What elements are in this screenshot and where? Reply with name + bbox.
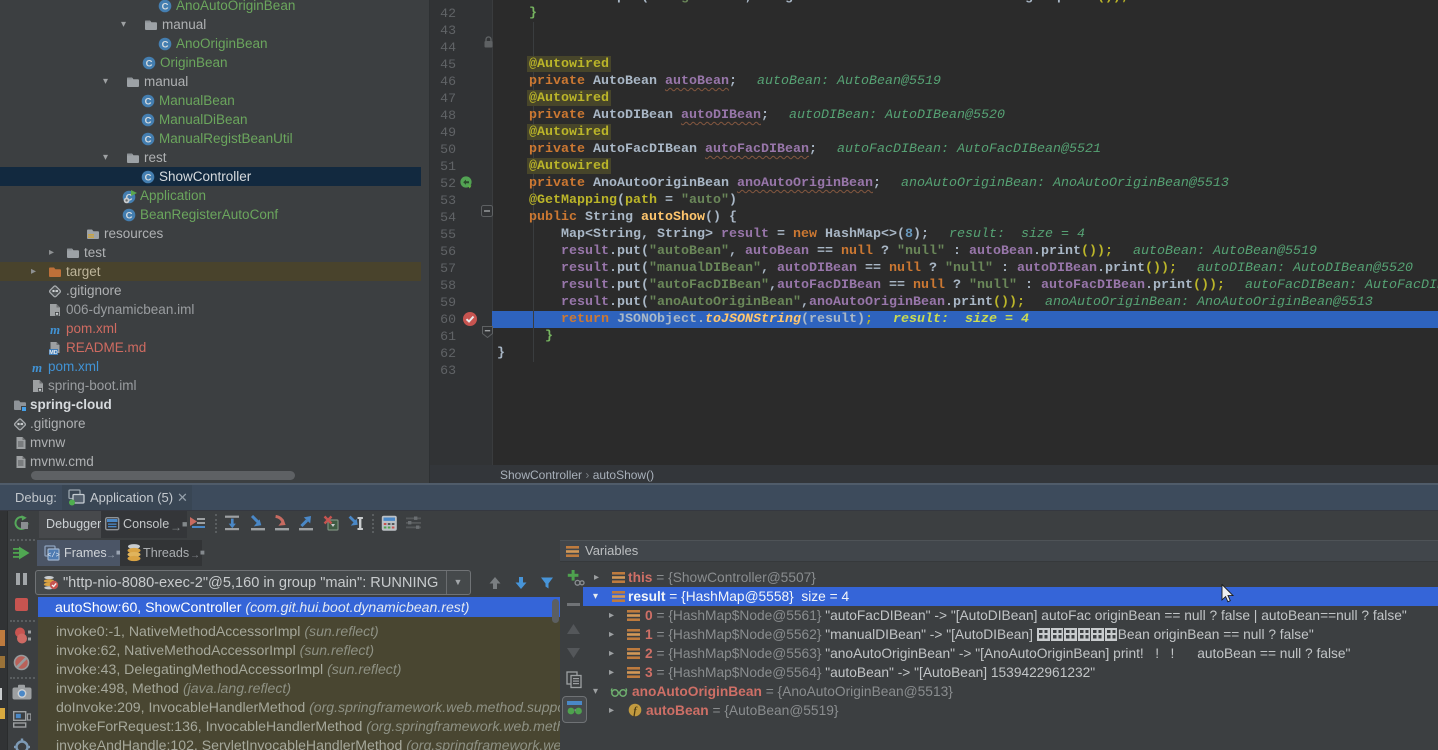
svg-text:</>: </> [47, 552, 60, 560]
svg-text:C: C [126, 211, 133, 222]
svg-text:C: C [146, 59, 153, 70]
svg-text:C: C [145, 116, 152, 127]
svg-text:C: C [145, 135, 152, 146]
svg-text:C: C [162, 40, 169, 51]
svg-text:C: C [162, 2, 169, 13]
svg-text:MD: MD [49, 350, 58, 356]
svg-text:C: C [145, 97, 152, 108]
svg-text:C: C [145, 173, 152, 184]
svg-text:m: m [32, 360, 42, 374]
svg-text:m: m [50, 322, 60, 336]
